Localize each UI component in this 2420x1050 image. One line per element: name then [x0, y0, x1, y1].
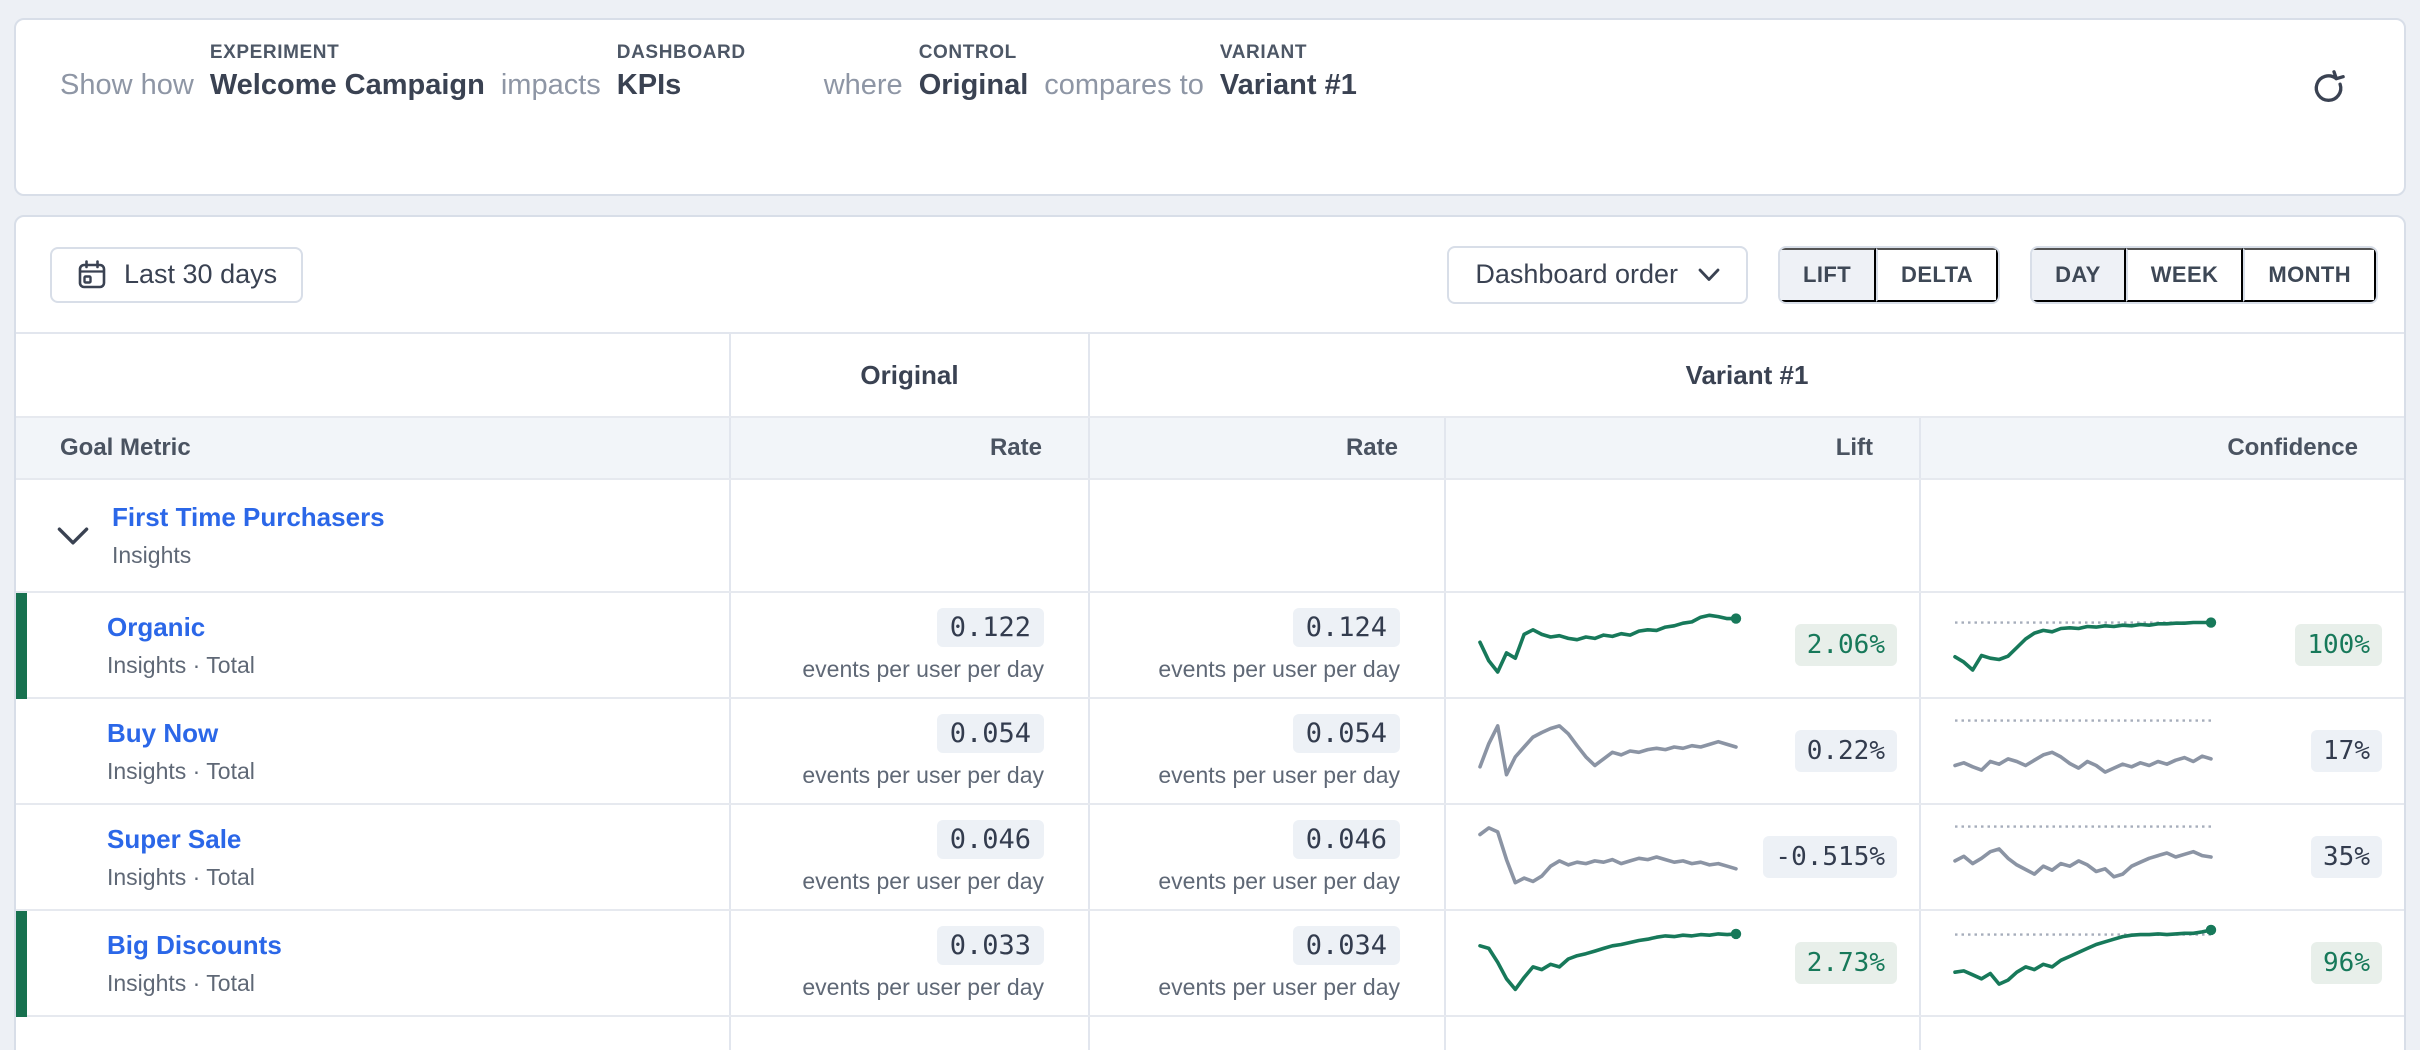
variant-selector[interactable]: VARIANT Variant #1	[1220, 42, 1357, 102]
dashboard-order-dropdown[interactable]: Dashboard order	[1447, 246, 1748, 304]
control-rate-value: 0.054	[937, 714, 1044, 753]
column-header-row: Goal Metric Rate Rate Lift Confidence	[16, 418, 2404, 480]
rate-unit: events per user per day	[802, 762, 1044, 789]
col-goal-metric: Goal Metric	[16, 418, 731, 478]
significance-strip	[16, 911, 27, 1017]
rate-unit: events per user per day	[1158, 762, 1400, 789]
rate-unit: events per user per day	[1158, 656, 1400, 683]
lift-sparkline	[1474, 814, 1742, 892]
confidence-sparkline	[1949, 814, 2217, 892]
variant-rate-value: 0.054	[1293, 714, 1400, 753]
rate-unit: events per user per day	[802, 974, 1044, 1001]
metric-subtitle: Insights · Total	[107, 652, 255, 679]
rate-unit: events per user per day	[1158, 974, 1400, 1001]
lift-value: -0.515%	[1763, 836, 1897, 878]
experiment-label: EXPERIMENT	[210, 42, 485, 64]
lift-sparkline	[1474, 708, 1742, 786]
refresh-button[interactable]	[2308, 68, 2348, 108]
rate-unit: events per user per day	[802, 868, 1044, 895]
variant-rate-value: 0.124	[1293, 608, 1400, 647]
confidence-sparkline	[1949, 602, 2217, 680]
col-lift: Lift	[1446, 418, 1921, 478]
variant-rate-value: 0.046	[1293, 820, 1400, 859]
sentence-where: where	[824, 68, 903, 102]
parent-metric-subtitle: Insights	[112, 542, 385, 569]
table-row: Big Discounts Insights · Total 0.033 eve…	[16, 911, 2404, 1017]
date-range-label: Last 30 days	[124, 259, 277, 290]
variant-group-header: Variant #1	[1686, 360, 1809, 391]
control-label: CONTROL	[919, 42, 1029, 64]
lift-value: 2.06%	[1795, 624, 1897, 666]
col-control-rate: Rate	[731, 418, 1090, 478]
control-rate-value: 0.033	[937, 926, 1044, 965]
metrics-table: Original Variant #1 Goal Metric Rate Rat…	[16, 332, 2404, 1050]
granularity-toggle: DAY WEEK MONTH	[2030, 246, 2378, 304]
collapse-chevron-icon[interactable]	[56, 524, 90, 548]
metric-subtitle: Insights · Total	[107, 864, 255, 891]
variant-rate-value: 0.034	[1293, 926, 1400, 965]
report-panel: Last 30 days Dashboard order LIFT DELTA …	[14, 215, 2406, 1050]
metric-link[interactable]: Organic	[107, 612, 255, 643]
rate-unit: events per user per day	[1158, 868, 1400, 895]
table-row-parent: First Time Purchasers Insights	[16, 480, 2404, 593]
confidence-sparkline	[1949, 708, 2217, 786]
experiment-value[interactable]: Welcome Campaign	[210, 68, 485, 102]
sentence-compares-to: compares to	[1044, 68, 1204, 102]
chevron-down-icon	[1698, 268, 1720, 282]
sentence-show-how: Show how	[60, 68, 194, 102]
table-row: Organic Insights · Total 0.122 events pe…	[16, 593, 2404, 699]
parent-metric-link[interactable]: First Time Purchasers	[112, 502, 385, 533]
lift-value: 2.73%	[1795, 942, 1897, 984]
metric-subtitle: Insights · Total	[107, 970, 282, 997]
mode-toggle-lift[interactable]: LIFT	[1780, 248, 1876, 302]
confidence-value: 100%	[2295, 624, 2382, 666]
confidence-value: 96%	[2311, 942, 2382, 984]
date-range-button[interactable]: Last 30 days	[50, 247, 303, 303]
table-row: Super Sale Insights · Total 0.046 events…	[16, 805, 2404, 911]
col-confidence: Confidence	[1921, 418, 2404, 478]
sentence-impacts: impacts	[501, 68, 601, 102]
variant-label: VARIANT	[1220, 42, 1357, 64]
control-selector[interactable]: CONTROL Original	[919, 42, 1029, 102]
granularity-month[interactable]: MONTH	[2243, 248, 2376, 302]
experiment-selector[interactable]: EXPERIMENT Welcome Campaign	[210, 42, 485, 102]
dashboard-label: DASHBOARD	[617, 42, 746, 64]
lift-sparkline	[1474, 602, 1742, 680]
table-row: Buy Now Insights · Total 0.054 events pe…	[16, 699, 2404, 805]
experiment-sentence: Show how EXPERIMENT Welcome Campaign imp…	[60, 42, 1357, 102]
rate-unit: events per user per day	[802, 656, 1044, 683]
toolbar: Last 30 days Dashboard order LIFT DELTA …	[16, 217, 2404, 332]
refresh-icon	[2308, 68, 2348, 108]
confidence-value: 35%	[2311, 836, 2382, 878]
lift-value: 0.22%	[1795, 730, 1897, 772]
significance-strip	[16, 593, 27, 699]
control-group-header: Original	[860, 360, 958, 391]
table-row-partial	[16, 1017, 2404, 1050]
confidence-value: 17%	[2311, 730, 2382, 772]
col-variant-rate: Rate	[1090, 418, 1446, 478]
dashboard-selector[interactable]: DASHBOARD KPIs	[617, 42, 746, 102]
variant-value[interactable]: Variant #1	[1220, 68, 1357, 102]
confidence-sparkline	[1949, 920, 2217, 998]
dashboard-value[interactable]: KPIs	[617, 68, 746, 102]
lift-sparkline	[1474, 920, 1742, 998]
dashboard-order-label: Dashboard order	[1475, 259, 1678, 290]
calendar-icon	[76, 259, 108, 291]
control-rate-value: 0.122	[937, 608, 1044, 647]
mode-toggle: LIFT DELTA	[1778, 246, 2000, 304]
metric-link[interactable]: Big Discounts	[107, 930, 282, 961]
granularity-week[interactable]: WEEK	[2126, 248, 2244, 302]
mode-toggle-delta[interactable]: DELTA	[1876, 248, 1998, 302]
control-rate-value: 0.046	[937, 820, 1044, 859]
metric-link[interactable]: Buy Now	[107, 718, 255, 749]
control-value[interactable]: Original	[919, 68, 1029, 102]
granularity-day[interactable]: DAY	[2032, 248, 2126, 302]
variant-group-header-row: Original Variant #1	[16, 334, 2404, 418]
metric-link[interactable]: Super Sale	[107, 824, 255, 855]
metric-subtitle: Insights · Total	[107, 758, 255, 785]
experiment-header-panel: Show how EXPERIMENT Welcome Campaign imp…	[14, 18, 2406, 196]
